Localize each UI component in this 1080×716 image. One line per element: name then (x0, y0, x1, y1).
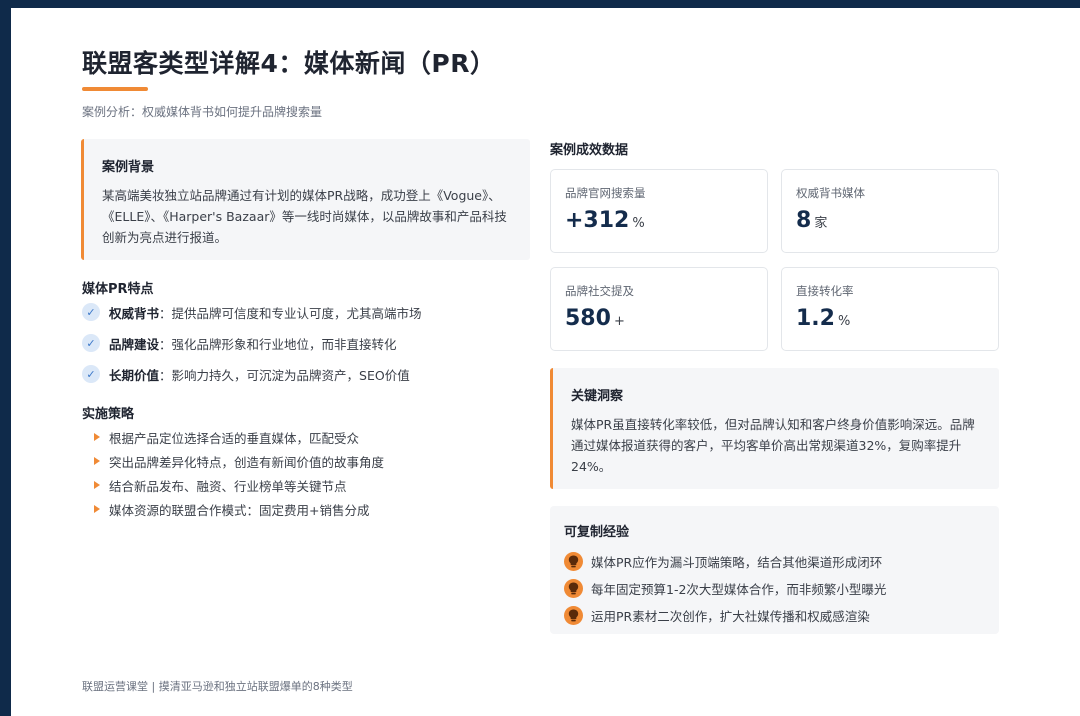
check-circle-icon: ✓ (82, 365, 100, 383)
features-list: ✓ 权威背书 ：提供品牌可信度和专业认可度，尤其高端市场 ✓ 品牌建设 ：强化品… (82, 302, 542, 395)
experience-text: 媒体PR应作为漏斗顶端策略，结合其他渠道形成闭环 (591, 554, 883, 570)
strategy-heading: 实施策略 (82, 407, 135, 422)
background-body: 某高端美妆独立站品牌通过有计划的媒体PR战略，成功登上《Vogue》、《ELLE… (102, 188, 507, 245)
frame-left-bar (0, 0, 11, 716)
stat-value-row: 1.2% (796, 306, 998, 331)
stat-unit: 家 (814, 216, 828, 231)
feature-desc: ：强化品牌形象和行业地位，而非直接转化 (159, 336, 397, 352)
features-heading: 媒体PR特点 (82, 282, 154, 297)
stat-card-social: 品牌社交提及 580 + (550, 267, 768, 351)
stat-label: 品牌社交提及 (565, 284, 634, 298)
strategy-text: 媒体资源的联盟合作模式：固定费用+销售分成 (109, 502, 370, 518)
experience-card: 可复制经验 媒体PR应作为漏斗顶端策略，结合其他渠道形成闭环 每年固定预算1-2… (550, 506, 999, 634)
title-underline (82, 87, 148, 91)
triangle-bullet-icon (94, 481, 100, 489)
experience-text: 每年固定预算1-2次大型媒体合作，而非频繁小型曝光 (591, 581, 887, 597)
strategy-item: 结合新品发布、融资、行业榜单等关键节点 (94, 476, 534, 494)
feature-desc: ：影响力持久，可沉淀为品牌资产，SEO价值 (159, 367, 410, 383)
insight-card: 关键洞察 媒体PR虽直接转化率较低，但对品牌认知和客户终身价值影响深远。品牌通过… (550, 368, 999, 489)
stat-label: 权威背书媒体 (796, 186, 865, 200)
strategy-item: 根据产品定位选择合适的垂直媒体，匹配受众 (94, 428, 534, 446)
results-heading: 案例成效数据 (550, 143, 629, 158)
stat-value-row: +312% (565, 208, 767, 233)
experience-item: 每年固定预算1-2次大型媒体合作，而非频繁小型曝光 (564, 578, 985, 598)
stat-label: 直接转化率 (796, 284, 854, 298)
experience-heading: 可复制经验 (564, 525, 630, 540)
page-subtitle: 案例分析：权威媒体背书如何提升品牌搜索量 (82, 105, 323, 119)
strategy-text: 根据产品定位选择合适的垂直媒体，匹配受众 (109, 430, 360, 446)
feature-name: 长期价值 (109, 367, 160, 383)
feature-desc: ：提供品牌可信度和专业认可度，尤其高端市场 (159, 305, 422, 321)
insight-body: 媒体PR虽直接转化率较低，但对品牌认知和客户终身价值影响深远。品牌通过媒体报道获… (571, 417, 975, 474)
feature-item: ✓ 长期价值 ：影响力持久，可沉淀为品牌资产，SEO价值 (82, 364, 542, 384)
feature-name: 品牌建设 (109, 336, 160, 352)
lightbulb-icon (564, 551, 583, 571)
triangle-bullet-icon (94, 433, 100, 441)
check-circle-icon: ✓ (82, 334, 100, 352)
experience-item: 媒体PR应作为漏斗顶端策略，结合其他渠道形成闭环 (564, 551, 985, 571)
stat-card-media: 权威背书媒体 8家 (781, 169, 999, 253)
lightbulb-icon (564, 578, 583, 598)
strategy-text: 突出品牌差异化特点，创造有新闻价值的故事角度 (109, 454, 385, 470)
strategy-item: 突出品牌差异化特点，创造有新闻价值的故事角度 (94, 452, 534, 470)
stat-value-row: 580 + (565, 306, 767, 331)
strategy-text: 结合新品发布、融资、行业榜单等关键节点 (109, 478, 347, 494)
triangle-bullet-icon (94, 457, 100, 465)
check-circle-icon: ✓ (82, 303, 100, 321)
stat-value: 8 (796, 208, 812, 233)
stat-value: +312 (565, 208, 630, 233)
feature-item: ✓ 品牌建设 ：强化品牌形象和行业地位，而非直接转化 (82, 333, 542, 353)
experience-item: 运用PR素材二次创作，扩大社媒传播和权威感渲染 (564, 605, 985, 625)
lightbulb-icon (564, 605, 583, 625)
insight-heading: 关键洞察 (571, 389, 624, 404)
stat-value-row: 8家 (796, 208, 998, 233)
background-heading: 案例背景 (102, 160, 155, 175)
page-footer: 联盟运营课堂 | 摸清亚马逊和独立站联盟爆单的8种类型 (82, 680, 353, 693)
stat-label: 品牌官网搜索量 (565, 186, 646, 200)
stat-value: 1.2 (796, 306, 835, 331)
triangle-bullet-icon (94, 505, 100, 513)
page-title: 联盟客类型详解4：媒体新闻（PR） (82, 49, 496, 78)
stat-value: 580 (565, 306, 611, 331)
background-card: 案例背景 某高端美妆独立站品牌通过有计划的媒体PR战略，成功登上《Vogue》、… (81, 139, 530, 260)
stat-unit: + (613, 314, 625, 329)
strategy-item: 媒体资源的联盟合作模式：固定费用+销售分成 (94, 500, 534, 518)
feature-name: 权威背书 (109, 305, 160, 321)
stat-unit: % (632, 216, 645, 231)
feature-item: ✓ 权威背书 ：提供品牌可信度和专业认可度，尤其高端市场 (82, 302, 542, 322)
stat-card-conversion: 直接转化率 1.2% (781, 267, 999, 351)
strategy-list: 根据产品定位选择合适的垂直媒体，匹配受众 突出品牌差异化特点，创造有新闻价值的故… (94, 428, 534, 524)
frame-top-bar (0, 0, 1080, 8)
stat-card-search: 品牌官网搜索量 +312% (550, 169, 768, 253)
experience-text: 运用PR素材二次创作，扩大社媒传播和权威感渲染 (591, 608, 870, 624)
stat-unit: % (837, 314, 851, 329)
